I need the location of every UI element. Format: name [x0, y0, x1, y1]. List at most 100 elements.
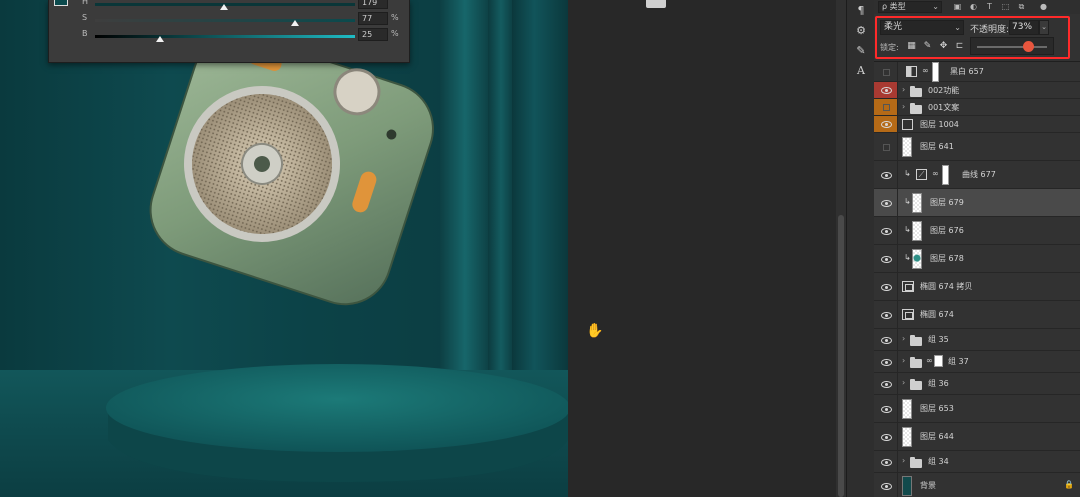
- visibility-toggle[interactable]: [874, 189, 898, 216]
- layers-panel: ρ 类型 ⌄ ▣ ◐ T ⬚ ⧉ ● 柔光 ⌄ 不透明度: 73% ⌄ 锁定: …: [874, 0, 1080, 497]
- layer-row[interactable]: 背景 🔒: [874, 473, 1080, 497]
- eye-icon: [881, 380, 892, 388]
- hue-letter: H: [82, 0, 89, 6]
- filter-kind-select[interactable]: ρ 类型 ⌄: [878, 1, 942, 13]
- layer-name: 黑白 657: [950, 67, 984, 76]
- image-filter-icon[interactable]: ▣: [952, 1, 963, 12]
- layer-row[interactable]: ↳ 图层 679: [874, 189, 1080, 217]
- layer-row[interactable]: 椭圆 674: [874, 301, 1080, 329]
- hue-slider-thumb[interactable]: [220, 4, 228, 10]
- saturation-slider-thumb[interactable]: [291, 20, 299, 26]
- eye-icon: [881, 199, 892, 207]
- photoshop-window: H 179 S 77 % B 25 % ✋ ¶ ⚙ ✎ A ρ 类型 ⌄ ▣ ◐…: [0, 0, 1080, 497]
- chevron-down-icon: ⌄: [954, 23, 961, 32]
- visibility-toggle[interactable]: [874, 373, 898, 394]
- eye-hidden-icon: [883, 68, 890, 76]
- visibility-toggle[interactable]: [874, 451, 898, 472]
- black-white-adjustment-icon: [906, 66, 917, 77]
- visibility-toggle[interactable]: [874, 423, 898, 450]
- layer-row[interactable]: 图层 1004: [874, 116, 1080, 133]
- layer-row[interactable]: ↳ 图层 678: [874, 245, 1080, 273]
- layer-row[interactable]: › 组 35: [874, 329, 1080, 351]
- layer-thumbnail: [902, 137, 912, 157]
- shape-filter-icon[interactable]: ⬚: [1000, 1, 1011, 12]
- saturation-value-input[interactable]: 77: [358, 12, 388, 25]
- layer-row[interactable]: 图层 641: [874, 133, 1080, 161]
- brightness-slider[interactable]: [95, 35, 355, 38]
- layer-row[interactable]: › 组 34: [874, 451, 1080, 473]
- eye-icon: [881, 283, 892, 291]
- eye-hidden-icon: [883, 143, 890, 151]
- opacity-slider-popup[interactable]: [970, 37, 1054, 55]
- opacity-slider-thumb[interactable]: [1023, 41, 1035, 52]
- lock-label: 锁定:: [880, 43, 899, 52]
- blend-mode-select[interactable]: 柔光 ⌄: [880, 20, 964, 35]
- layer-name: 图层 676: [930, 226, 964, 235]
- lock-pixels-icon[interactable]: ▦: [906, 41, 917, 52]
- clipping-arrow-icon: ↳: [904, 253, 911, 262]
- layer-row[interactable]: ∞ 黑白 657: [874, 62, 1080, 82]
- opacity-slider-track[interactable]: [977, 46, 1047, 48]
- type-filter-icon[interactable]: T: [984, 1, 995, 12]
- eye-icon: [881, 87, 892, 94]
- folder-icon: [910, 357, 922, 368]
- saturation-slider[interactable]: [95, 19, 355, 22]
- visibility-toggle[interactable]: [874, 351, 898, 372]
- scrollbar-thumb[interactable]: [838, 215, 844, 497]
- hue-row: H 179: [49, 0, 409, 12]
- brush-presets-icon[interactable]: ✎: [854, 44, 868, 58]
- paragraph-icon[interactable]: ¶: [854, 4, 868, 18]
- visibility-toggle[interactable]: [874, 217, 898, 244]
- visibility-toggle[interactable]: [874, 473, 898, 497]
- retro-speaker: [149, 33, 434, 306]
- document-canvas[interactable]: H 179 S 77 % B 25 %: [0, 0, 568, 497]
- layer-mask-thumbnail: [934, 355, 943, 367]
- toggle-filter-icon[interactable]: ●: [1038, 1, 1049, 12]
- layer-row[interactable]: ↳ 图层 676: [874, 217, 1080, 245]
- layer-row[interactable]: 图层 644: [874, 423, 1080, 451]
- lock-paint-icon[interactable]: ✎: [922, 41, 933, 52]
- layer-name: 组 35: [928, 335, 949, 344]
- visibility-toggle[interactable]: [874, 133, 898, 160]
- visibility-toggle[interactable]: [874, 329, 898, 350]
- pasteboard[interactable]: ✋: [568, 0, 836, 497]
- layer-row[interactable]: 图层 653: [874, 395, 1080, 423]
- brightness-value-input[interactable]: 25: [358, 28, 388, 41]
- hand-cursor-icon: ✋: [586, 323, 604, 339]
- layer-thumbnail: [912, 221, 922, 241]
- layer-name: 图层 678: [930, 254, 964, 263]
- layer-row[interactable]: 椭圆 674 拷贝: [874, 273, 1080, 301]
- smart-filter-icon[interactable]: ⧉: [1016, 1, 1027, 12]
- visibility-toggle[interactable]: [874, 273, 898, 300]
- brightness-slider-thumb[interactable]: [156, 36, 164, 42]
- scroll-handle-icon[interactable]: [646, 0, 666, 8]
- layer-name: 002功能: [928, 85, 960, 95]
- layer-options-bar: 柔光 ⌄ 不透明度: 73% ⌄ 锁定: ▦ ✎ ✥ ⊏: [874, 14, 1080, 62]
- eye-icon: [881, 255, 892, 263]
- visibility-toggle[interactable]: [874, 245, 898, 272]
- layer-row[interactable]: ↳ ⟋ ∞ 曲线 677: [874, 161, 1080, 189]
- lock-artboard-icon[interactable]: ⊏: [954, 41, 965, 52]
- visibility-toggle[interactable]: [874, 99, 898, 115]
- visibility-toggle[interactable]: [874, 161, 898, 188]
- smart-object-icon: [902, 118, 913, 130]
- layer-row[interactable]: › 组 36: [874, 373, 1080, 395]
- visibility-toggle[interactable]: [874, 301, 898, 328]
- adjustment-filter-icon[interactable]: ◐: [968, 1, 979, 12]
- visibility-toggle[interactable]: [874, 62, 898, 81]
- layer-filter-bar: ρ 类型 ⌄ ▣ ◐ T ⬚ ⧉ ●: [874, 0, 1080, 14]
- character-icon[interactable]: A: [854, 64, 868, 78]
- brightness-unit: %: [391, 29, 399, 38]
- layer-row[interactable]: › 002功能: [874, 82, 1080, 99]
- adjust-icon[interactable]: ⚙: [854, 24, 868, 38]
- layer-row[interactable]: › 001文案: [874, 99, 1080, 116]
- visibility-toggle[interactable]: [874, 116, 898, 132]
- lock-position-icon[interactable]: ✥: [938, 41, 949, 52]
- layer-row[interactable]: › ∞ 组 37: [874, 351, 1080, 373]
- eye-icon: [881, 227, 892, 235]
- opacity-input[interactable]: 73%: [1009, 20, 1039, 35]
- visibility-toggle[interactable]: [874, 395, 898, 422]
- opacity-dropdown-button[interactable]: ⌄: [1039, 20, 1049, 35]
- visibility-toggle[interactable]: [874, 82, 898, 98]
- hue-value-input[interactable]: 179: [358, 0, 388, 9]
